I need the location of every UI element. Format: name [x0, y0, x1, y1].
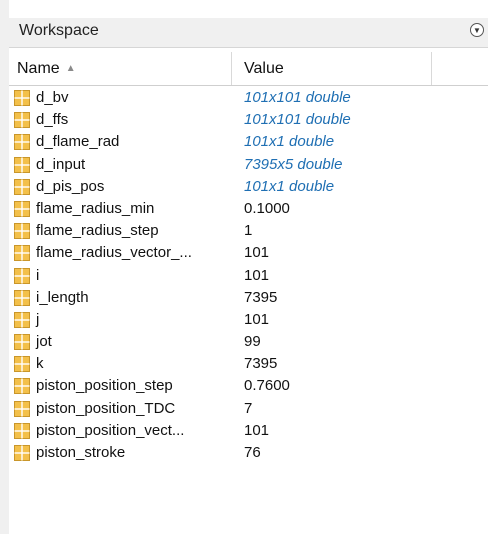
variable-matrix-icon	[14, 223, 30, 240]
variable-value: 0.1000	[244, 199, 290, 217]
column-header-name-label: Name	[17, 59, 60, 77]
variable-matrix-icon	[14, 90, 30, 106]
variable-value[interactable]: 101x1 double	[244, 133, 334, 150]
variable-name: flame_radius_min	[36, 199, 155, 217]
variable-value: 7	[244, 399, 253, 417]
variable-matrix-icon	[14, 134, 30, 151]
variable-matrix-icon	[14, 245, 30, 262]
variable-value: 101	[244, 266, 270, 284]
variable-matrix-icon	[14, 267, 30, 284]
variable-name: piston_position_step	[36, 377, 173, 395]
variable-name: piston_position_vect...	[36, 421, 185, 439]
variable-value: 101	[244, 244, 270, 262]
variable-row[interactable]: i 101	[9, 265, 488, 287]
workspace-titlebar: Workspace ▼	[9, 18, 488, 48]
variable-name: jot	[36, 333, 52, 351]
variable-row[interactable]: i_length 7395	[9, 287, 488, 309]
variable-matrix-icon	[14, 178, 30, 195]
variable-name: piston_position_TDC	[36, 399, 176, 417]
variable-name: j	[36, 310, 40, 328]
variable-name: i_length	[36, 288, 89, 306]
variable-value: 101	[244, 421, 270, 439]
variable-name: flame_radius_step	[36, 222, 159, 240]
column-header-value[interactable]: Value	[232, 52, 432, 85]
variable-name: flame_radius_vector_...	[36, 244, 192, 262]
variable-value: 7395	[244, 288, 278, 306]
variable-matrix-icon	[14, 289, 30, 306]
variable-row[interactable]: jot 99	[9, 331, 488, 353]
variable-matrix-icon	[14, 400, 30, 417]
variable-row[interactable]: d_bv 101x101 double	[9, 87, 488, 109]
chevron-down-circle-icon[interactable]: ▼	[470, 23, 484, 37]
variable-row[interactable]: d_flame_rad 101x1 double	[9, 131, 488, 153]
variable-row[interactable]: j 101	[9, 309, 488, 331]
workspace-panel: Workspace ▼ Name ▲ Value d_bv 101x101 dou…	[0, 0, 488, 534]
variable-value: 101	[244, 310, 270, 328]
variable-name: i	[36, 266, 40, 284]
variable-value: 1	[244, 222, 253, 240]
variable-matrix-icon	[14, 445, 30, 461]
variable-value[interactable]: 101x1 double	[244, 178, 334, 195]
variable-name: d_flame_rad	[36, 133, 120, 151]
variable-value: 0.7600	[244, 377, 290, 395]
variable-value: 99	[244, 333, 261, 351]
variable-name: d_pis_pos	[36, 177, 105, 195]
variable-row[interactable]: piston_position_TDC 7	[9, 398, 488, 420]
variable-value[interactable]: 101x101 double	[244, 111, 351, 128]
variable-matrix-icon	[14, 156, 30, 173]
variable-matrix-icon	[14, 200, 30, 217]
variable-row[interactable]: d_ffs 101x101 double	[9, 109, 488, 131]
left-dock-edge	[0, 0, 9, 534]
variable-row[interactable]: flame_radius_vector_... 101	[9, 242, 488, 264]
table-header: Name ▲ Value	[9, 52, 488, 86]
variable-name: d_bv	[36, 89, 69, 106]
variable-matrix-icon	[14, 378, 30, 395]
variable-row[interactable]: flame_radius_step 1	[9, 220, 488, 242]
variable-matrix-icon	[14, 334, 30, 351]
variable-value[interactable]: 101x101 double	[244, 89, 351, 106]
variable-value[interactable]: 7395x5 double	[244, 156, 342, 173]
variable-name: k	[36, 355, 44, 373]
variable-row[interactable]: piston_position_vect... 101	[9, 420, 488, 442]
variable-row[interactable]: d_pis_pos 101x1 double	[9, 176, 488, 198]
variable-value: 76	[244, 444, 261, 461]
variable-value: 7395	[244, 355, 278, 373]
variable-matrix-icon	[14, 112, 30, 129]
variable-row[interactable]: piston_position_step 0.7600	[9, 375, 488, 397]
column-header-empty[interactable]	[432, 52, 488, 85]
variable-row[interactable]: flame_radius_min 0.1000	[9, 198, 488, 220]
variable-matrix-icon	[14, 422, 30, 439]
column-header-value-label: Value	[244, 59, 284, 77]
variable-row[interactable]: d_input 7395x5 double	[9, 154, 488, 176]
variable-matrix-icon	[14, 311, 30, 328]
variable-name: piston_stroke	[36, 444, 126, 461]
workspace-title: Workspace	[19, 22, 99, 39]
variable-list: d_bv 101x101 double d_ffs 101x101 double d_f…	[9, 87, 488, 464]
variable-name: d_ffs	[36, 111, 69, 129]
variable-matrix-icon	[14, 356, 30, 373]
variable-row[interactable]: k 7395	[9, 353, 488, 375]
variable-row[interactable]: piston_stroke 76	[9, 442, 488, 464]
variable-name: d_input	[36, 155, 86, 173]
sort-ascending-icon: ▲	[65, 63, 76, 74]
column-header-name[interactable]: Name ▲	[9, 52, 232, 85]
